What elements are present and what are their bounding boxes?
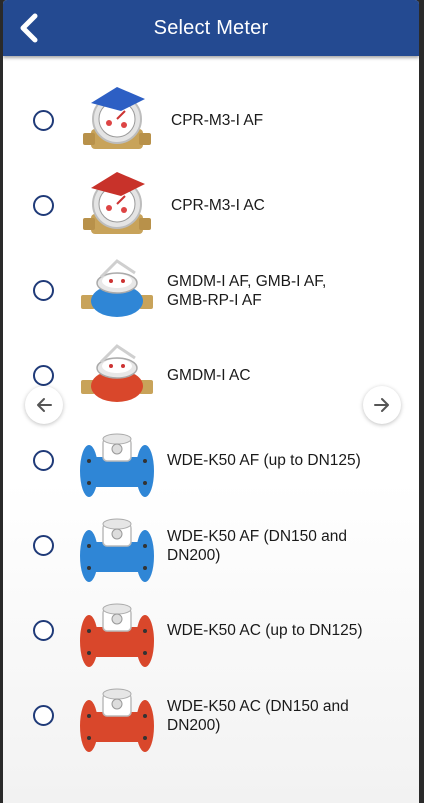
meter-row[interactable]: WDE-K50 AC (up to DN125): [3, 588, 419, 673]
meter-label: GMDM-I AC: [167, 367, 251, 384]
cpr-meter-red-lid-icon: [77, 166, 157, 246]
meter-radio-button[interactable]: [33, 535, 54, 556]
meter-label: CPR-M3-I AF: [171, 112, 264, 129]
meter-label: WDE-K50 AC (up to DN125): [167, 622, 363, 639]
meter-row[interactable]: GMDM-I AF, GMB-I AF, GMB-RP-I AF: [3, 248, 419, 333]
meter-row[interactable]: GMDM-I AC: [3, 333, 419, 418]
meter-radio-button[interactable]: [33, 620, 54, 641]
wde-meter-blue-icon: [77, 506, 157, 586]
meter-radio-button[interactable]: [33, 280, 54, 301]
wde-meter-red-icon: [77, 676, 157, 756]
meter-row[interactable]: CPR-M3-I AC: [3, 163, 419, 248]
meter-row[interactable]: CPR-M3-I AF: [3, 78, 419, 163]
meter-row[interactable]: WDE-K50 AC (DN150 and DN200): [3, 673, 419, 758]
wde-meter-blue-icon: [77, 421, 157, 501]
meter-radio-button[interactable]: [33, 450, 54, 471]
select-meter-dialog: Select Meter CPR-M3-I AF CPR-M3-I AC GMD…: [3, 0, 419, 803]
meter-radio-button[interactable]: [33, 705, 54, 726]
carousel-next-button[interactable]: [363, 386, 401, 424]
meter-row[interactable]: WDE-K50 AF (up to DN125): [3, 418, 419, 503]
meter-label: GMDM-I AF, GMB-I AF, GMB-RP-I AF: [167, 272, 327, 309]
arrow-right-icon: [374, 398, 389, 412]
gmdm-meter-blue-icon: [77, 251, 157, 331]
gmdm-meter-red-icon: [77, 336, 157, 416]
chevron-left-icon: [20, 13, 38, 43]
meter-label: WDE-K50 AC (DN150 and DN200): [167, 697, 349, 734]
meter-label: CPR-M3-I AC: [171, 197, 265, 214]
meter-radio-button[interactable]: [33, 365, 54, 386]
meter-label: WDE-K50 AF (up to DN125): [167, 452, 361, 469]
meter-radio-button[interactable]: [33, 195, 54, 216]
arrow-left-icon: [37, 398, 52, 412]
carousel-prev-button[interactable]: [25, 386, 63, 424]
meter-radio-button[interactable]: [33, 110, 54, 131]
back-button[interactable]: [11, 10, 47, 46]
meter-row[interactable]: WDE-K50 AF (DN150 and DN200): [3, 503, 419, 588]
cpr-meter-blue-lid-icon: [77, 81, 157, 161]
wde-meter-red-icon: [77, 591, 157, 671]
header-bar: Select Meter: [3, 0, 419, 56]
page-title: Select Meter: [153, 16, 269, 39]
meter-label: WDE-K50 AF (DN150 and DN200): [167, 527, 348, 564]
